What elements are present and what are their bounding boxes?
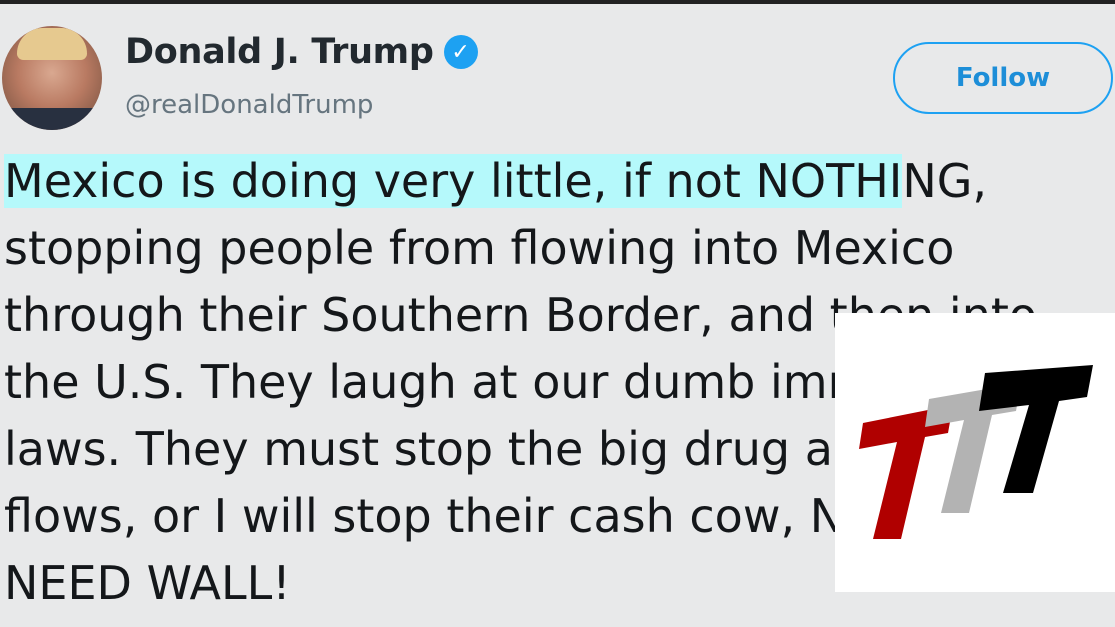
ttt-logo-icon [859,365,1093,539]
ttt-logo-overlay [835,313,1115,592]
author-name-line: Donald J. Trump ✓ [125,32,478,72]
tweet-line-2: stopping people from flowing into Mexico [4,221,955,275]
top-border [0,0,1115,4]
avatar-hair [17,28,87,60]
author-name[interactable]: Donald J. Trump [125,32,434,72]
tweet-line-1-rest: NG, [902,154,988,208]
avatar-suit [2,108,102,130]
profile-avatar[interactable] [2,26,102,130]
ttt-logo-black-t [979,365,1093,493]
tweet-header: Donald J. Trump ✓ @realDonaldTrump Follo… [0,6,1115,146]
author-handle[interactable]: @realDonaldTrump [125,90,373,120]
highlighted-text: Mexico is doing very little, if not NOTH… [4,154,903,208]
verified-badge-icon: ✓ [443,35,478,69]
tweet-line-1: Mexico is doing very little, if not NOTH… [4,148,1115,215]
ttt-logo-red-t [859,405,953,539]
follow-button[interactable]: Follow [893,42,1113,114]
